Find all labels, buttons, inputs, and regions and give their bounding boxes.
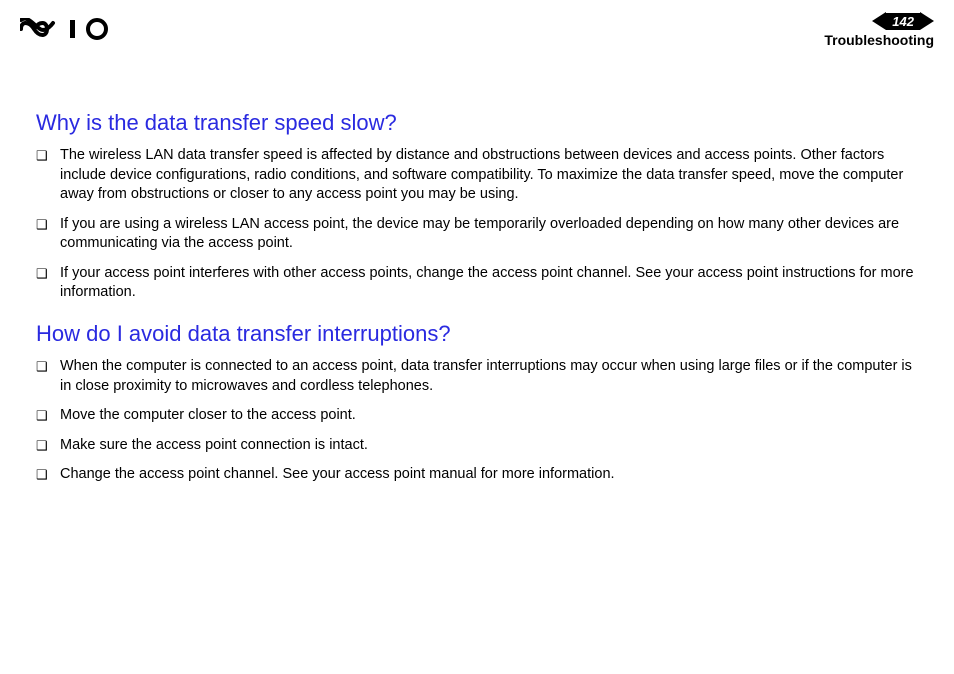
list-item: ❑ If your access point interferes with o… — [36, 264, 918, 303]
nav-next-icon[interactable] — [920, 12, 934, 30]
page: 142 Troubleshooting Why is the data tran… — [0, 0, 954, 674]
bullet-text: The wireless LAN data transfer speed is … — [60, 146, 918, 205]
page-nav: 142 — [824, 12, 934, 30]
list-item: ❑ If you are using a wireless LAN access… — [36, 215, 918, 254]
page-number: 142 — [886, 13, 920, 30]
nav-prev-icon[interactable] — [872, 12, 886, 30]
heading-1: Why is the data transfer speed slow? — [36, 110, 918, 136]
bullet-icon: ❑ — [36, 465, 60, 484]
bullet-icon: ❑ — [36, 406, 60, 425]
bullet-text: Make sure the access point connection is… — [60, 436, 918, 456]
list-item: ❑ Make sure the access point connection … — [36, 436, 918, 456]
bullet-icon: ❑ — [36, 146, 60, 165]
list-2: ❑ When the computer is connected to an a… — [36, 357, 918, 485]
list-item: ❑ Move the computer closer to the access… — [36, 406, 918, 426]
page-header: 142 Troubleshooting — [0, 0, 954, 62]
bullet-text: Change the access point channel. See you… — [60, 465, 918, 485]
bullet-text: If your access point interferes with oth… — [60, 264, 918, 303]
list-item: ❑ The wireless LAN data transfer speed i… — [36, 146, 918, 205]
bullet-icon: ❑ — [36, 215, 60, 234]
section-title: Troubleshooting — [824, 32, 934, 48]
list-item: ❑ Change the access point channel. See y… — [36, 465, 918, 485]
content: Why is the data transfer speed slow? ❑ T… — [0, 62, 954, 485]
bullet-text: When the computer is connected to an acc… — [60, 357, 918, 396]
vaio-logo — [20, 18, 112, 45]
bullet-text: Move the computer closer to the access p… — [60, 406, 918, 426]
header-meta: 142 Troubleshooting — [824, 12, 934, 48]
heading-2: How do I avoid data transfer interruptio… — [36, 321, 918, 347]
bullet-text: If you are using a wireless LAN access p… — [60, 215, 918, 254]
list-item: ❑ When the computer is connected to an a… — [36, 357, 918, 396]
bullet-icon: ❑ — [36, 357, 60, 376]
list-1: ❑ The wireless LAN data transfer speed i… — [36, 146, 918, 303]
bullet-icon: ❑ — [36, 264, 60, 283]
vaio-logo-svg — [20, 18, 112, 40]
bullet-icon: ❑ — [36, 436, 60, 455]
